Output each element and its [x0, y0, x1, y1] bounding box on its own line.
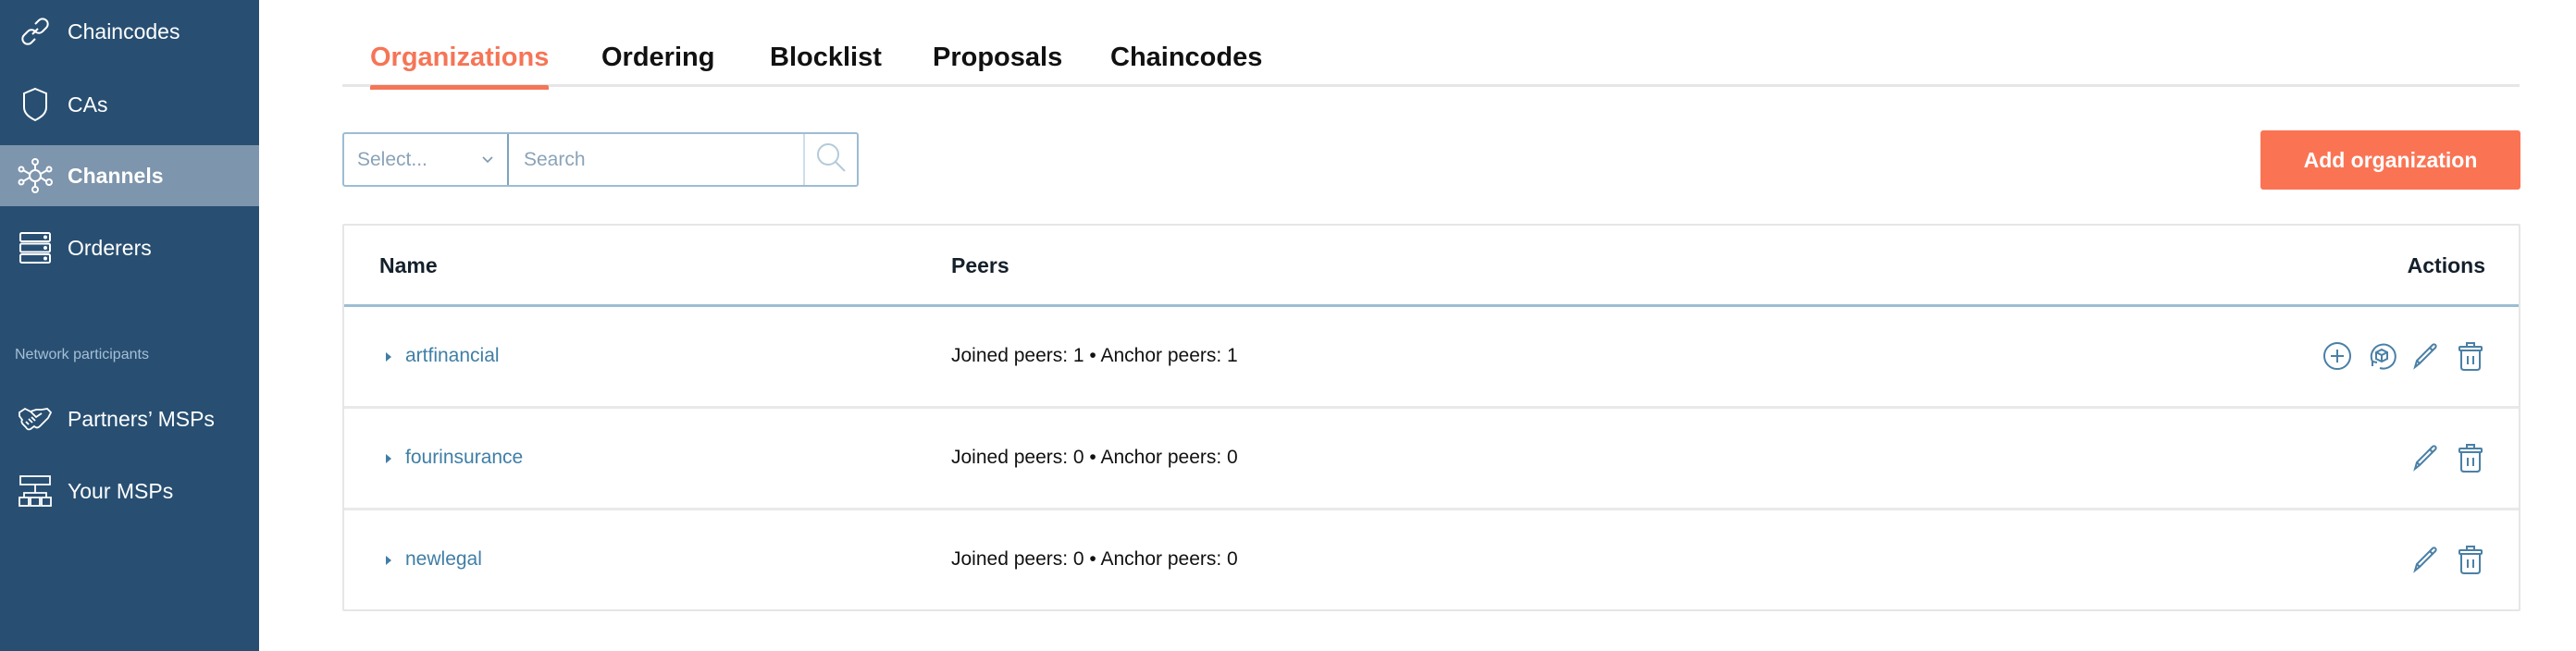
- edit-pencil-icon[interactable]: [2411, 442, 2441, 473]
- organization-name-link[interactable]: artfinancial: [405, 345, 500, 367]
- expand-caret-icon[interactable]: [385, 350, 392, 367]
- column-header-peers: Peers: [951, 253, 1009, 277]
- sidebar-item-your-msps[interactable]: Your MSPs: [0, 461, 259, 522]
- row-actions: [2322, 340, 2485, 374]
- organization-name-link[interactable]: newlegal: [405, 548, 482, 571]
- select-placeholder: Select...: [357, 148, 427, 170]
- table-row: newlegal Joined peers: 0 • Anchor peers:…: [344, 510, 2519, 612]
- link-icon: [17, 13, 54, 50]
- shield-icon: [17, 86, 54, 123]
- column-header-name: Name: [379, 253, 438, 277]
- server-icon: [17, 229, 54, 266]
- sidebar-item-orderers[interactable]: Orderers: [0, 217, 259, 278]
- chevron-down-icon: [481, 153, 494, 169]
- sidebar-item-channels[interactable]: Channels: [0, 145, 259, 206]
- network-icon: [17, 157, 54, 194]
- hierarchy-icon: [17, 473, 54, 510]
- sidebar-item-cas[interactable]: CAs: [0, 74, 259, 135]
- add-organization-button[interactable]: Add organization: [2260, 130, 2520, 190]
- filter-select[interactable]: Select...: [344, 134, 509, 185]
- sidebar-item-label: Orderers: [68, 235, 152, 260]
- tab-bar: Organizations Ordering Blocklist Proposa…: [342, 35, 2520, 90]
- table-header: Name Peers Actions: [344, 226, 2519, 307]
- tab-chaincodes[interactable]: Chaincodes: [1110, 35, 1262, 87]
- sidebar-item-label: Partners’ MSPs: [68, 406, 215, 431]
- handshake-icon: [17, 400, 54, 437]
- row-actions: [2411, 544, 2485, 577]
- table-row: fourinsurance Joined peers: 0 • Anchor p…: [344, 409, 2519, 510]
- filter-bar: Select...: [342, 132, 859, 187]
- sync-cube-icon[interactable]: [2367, 340, 2396, 372]
- sidebar: Chaincodes CAs Channels Orderers Network…: [0, 0, 259, 651]
- edit-pencil-icon[interactable]: [2411, 544, 2441, 575]
- peers-info: Joined peers: 0 • Anchor peers: 0: [951, 447, 1238, 468]
- edit-pencil-icon[interactable]: [2411, 340, 2441, 372]
- add-icon[interactable]: [2322, 340, 2352, 372]
- column-header-actions: Actions: [2407, 253, 2485, 277]
- sidebar-item-chaincodes[interactable]: Chaincodes: [0, 1, 259, 62]
- search-icon: [815, 141, 847, 178]
- tab-ordering[interactable]: Ordering: [601, 35, 714, 87]
- tab-organizations[interactable]: Organizations: [370, 35, 550, 90]
- organization-name-link[interactable]: fourinsurance: [405, 447, 523, 469]
- expand-caret-icon[interactable]: [385, 452, 392, 469]
- section-label-network-participants: Network participants: [15, 347, 149, 362]
- expand-caret-icon[interactable]: [385, 554, 392, 571]
- search-button[interactable]: [803, 134, 857, 185]
- sidebar-item-label: Chaincodes: [68, 18, 180, 43]
- table-row: artfinancial Joined peers: 1 • Anchor pe…: [344, 307, 2519, 409]
- delete-trash-icon[interactable]: [2456, 340, 2485, 372]
- delete-trash-icon[interactable]: [2456, 544, 2485, 575]
- tab-proposals[interactable]: Proposals: [933, 35, 1062, 87]
- search-input[interactable]: [509, 134, 803, 185]
- sidebar-item-label: Channels: [68, 163, 164, 188]
- sidebar-item-label: Your MSPs: [68, 478, 174, 503]
- app: Chaincodes CAs Channels Orderers Network…: [0, 0, 2576, 651]
- sidebar-item-partners-msps[interactable]: Partners’ MSPs: [0, 388, 259, 449]
- delete-trash-icon[interactable]: [2456, 442, 2485, 473]
- peers-info: Joined peers: 1 • Anchor peers: 1: [951, 345, 1238, 366]
- organizations-table: Name Peers Actions artfinancial Joined p…: [342, 224, 2520, 611]
- tab-blocklist[interactable]: Blocklist: [770, 35, 882, 87]
- row-actions: [2411, 442, 2485, 475]
- peers-info: Joined peers: 0 • Anchor peers: 0: [951, 548, 1238, 570]
- sidebar-item-label: CAs: [68, 92, 108, 117]
